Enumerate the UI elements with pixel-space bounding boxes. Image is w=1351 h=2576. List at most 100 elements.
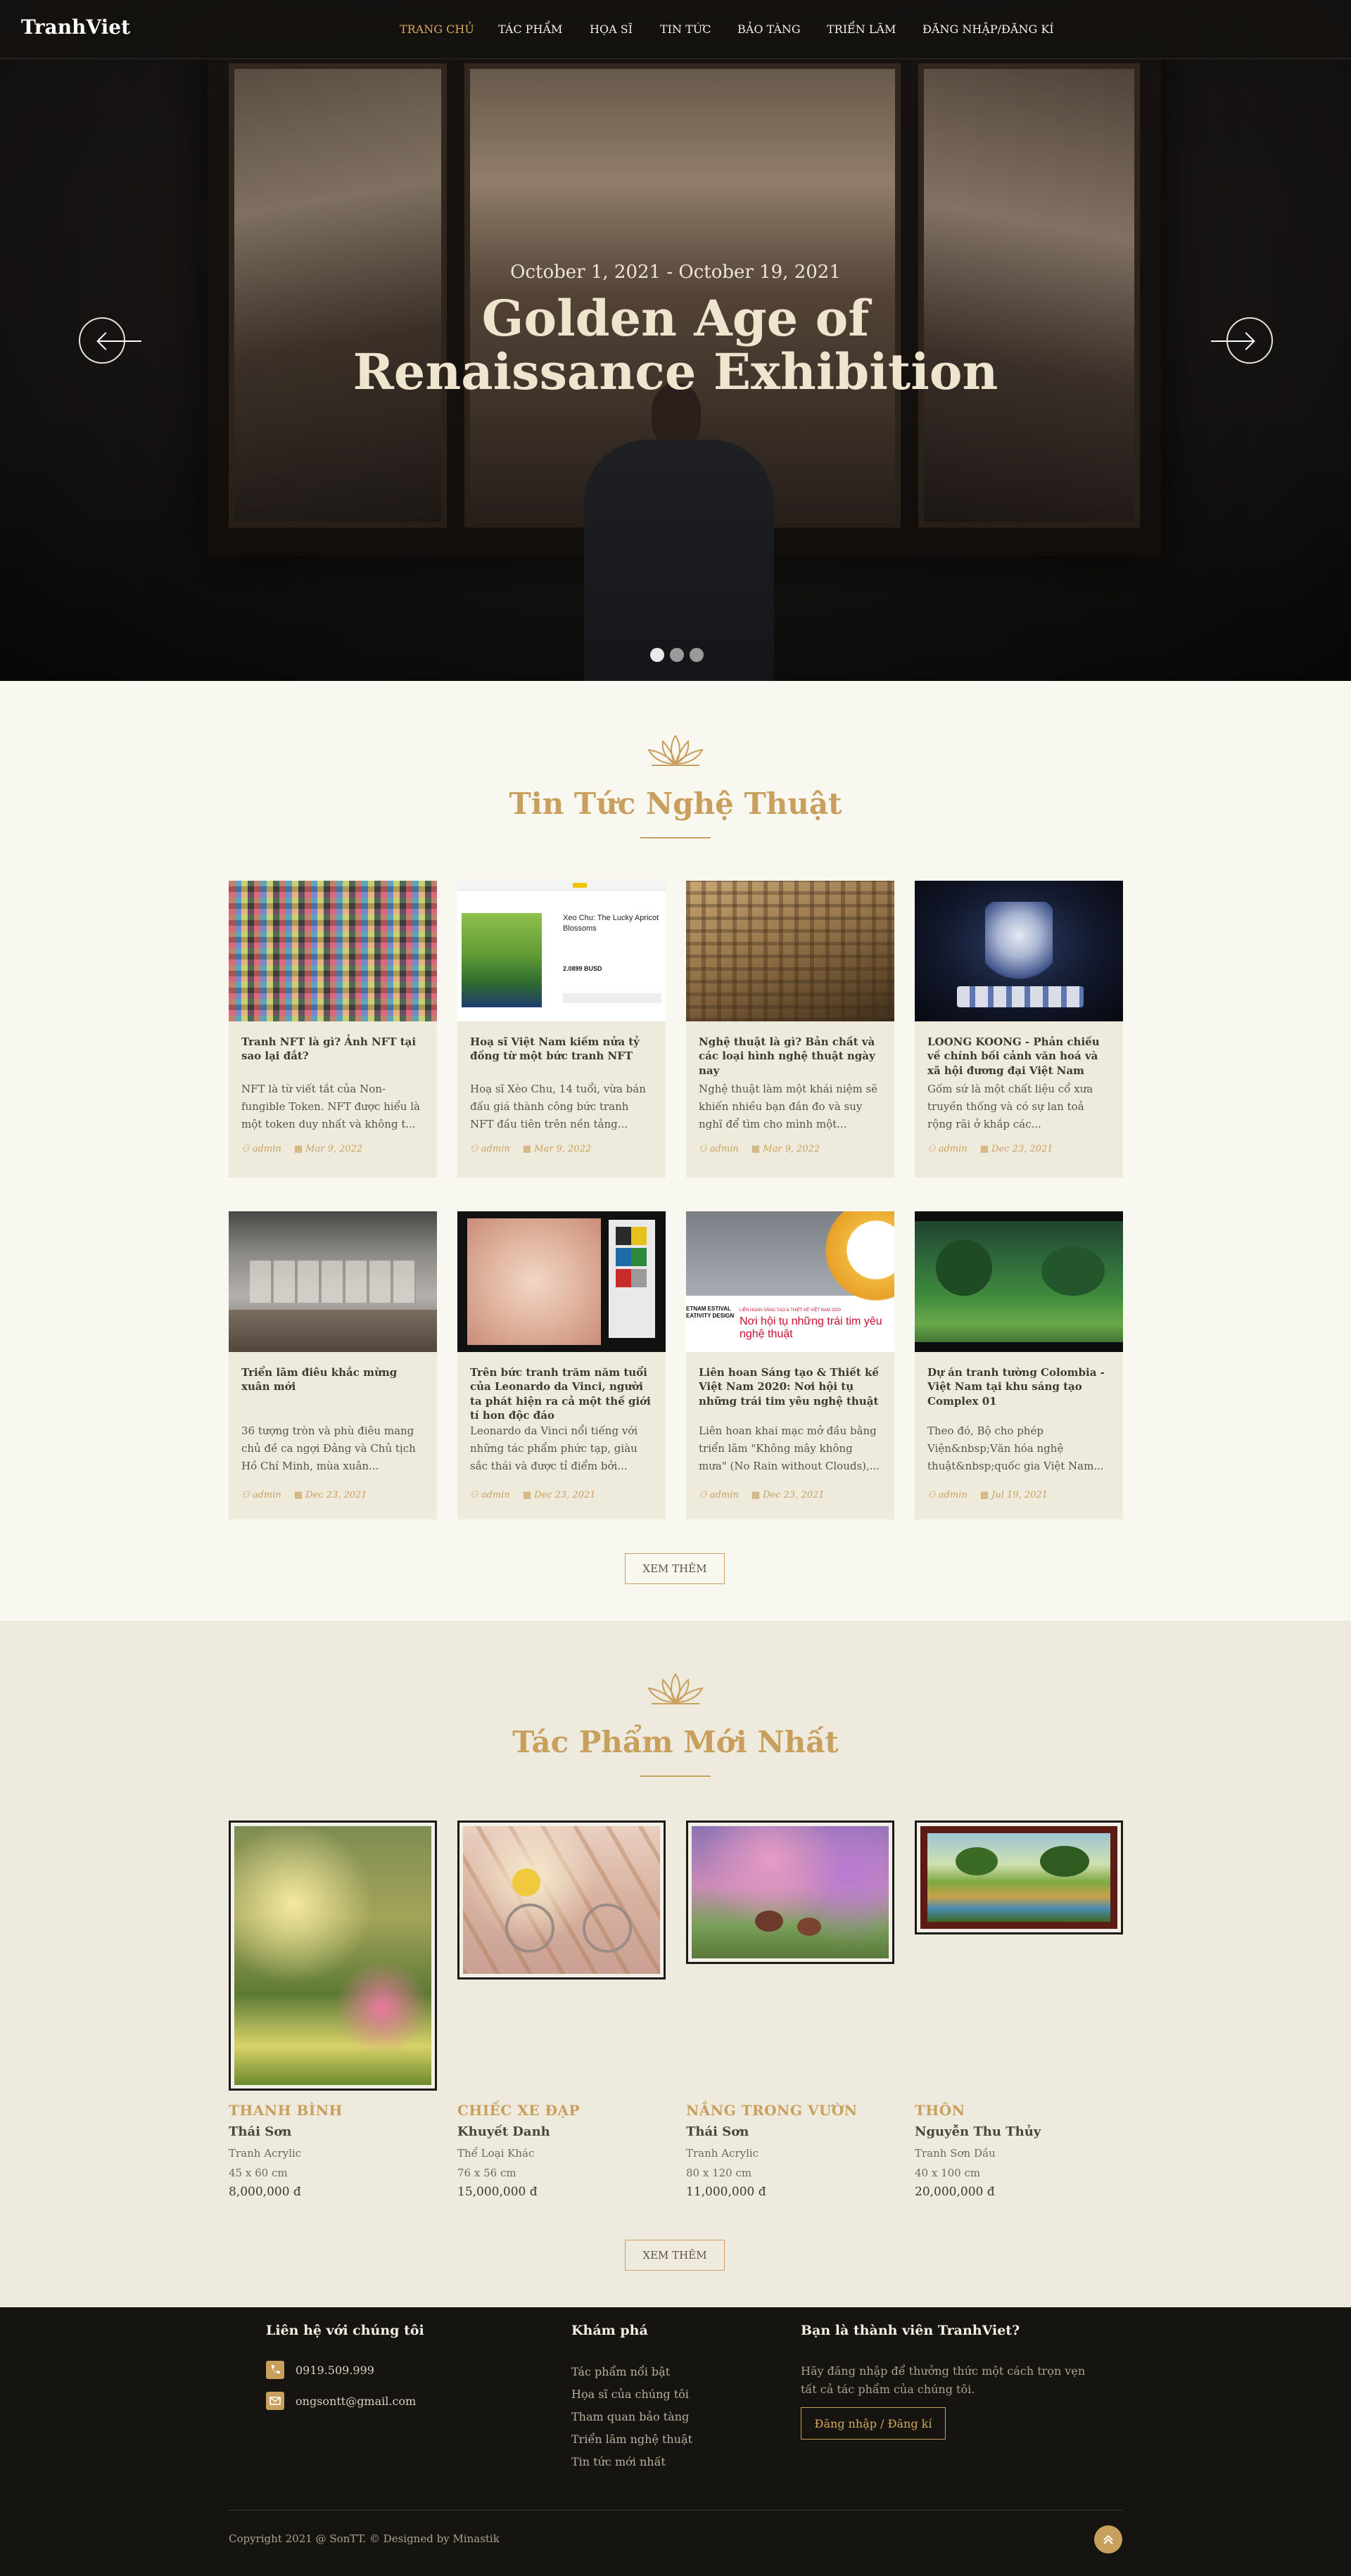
artwork-image[interactable] xyxy=(457,1821,666,1979)
author-label[interactable]: ⚇ admin xyxy=(470,1490,510,1500)
news-title[interactable]: Liên hoan Sáng tạo & Thiết kế Việt Nam 2… xyxy=(699,1365,883,1408)
footer-link-our-artists[interactable]: Họa sĩ của chúng tôi xyxy=(571,2387,689,2401)
footer-link-featured-artworks[interactable]: Tác phẩm nổi bật xyxy=(571,2365,670,2378)
date-label: ▦ Mar 9, 2022 xyxy=(293,1144,363,1154)
author-label[interactable]: ⚇ admin xyxy=(927,1144,968,1154)
artwork-artist[interactable]: Khuyết Danh xyxy=(457,2124,550,2139)
date-label: ▦ Mar 9, 2022 xyxy=(751,1144,820,1154)
footer-divider xyxy=(229,2510,1122,2511)
artworks-section xyxy=(0,1621,1351,2307)
artwork-title[interactable]: NẮNG TRONG VƯỜN xyxy=(686,2102,858,2119)
news-thumbnail-festival-poster[interactable]: ETNAM ESTIVAL EATIVITY DESIGN LIÊN HOAN … xyxy=(686,1211,894,1352)
news-thumbnail-ceramics[interactable] xyxy=(915,881,1123,1021)
news-card[interactable]: Tranh NFT là gì? Ảnh NFT tại sao lại đắt… xyxy=(229,881,437,1178)
thumb-price: 2.0899 BUSD xyxy=(563,965,602,972)
author-label[interactable]: ⚇ admin xyxy=(470,1144,510,1154)
news-excerpt: Liên hoan khai mạc mở đầu bằng triển lãm… xyxy=(699,1424,880,1472)
nav-item-artworks[interactable]: TÁC PHẨM xyxy=(498,23,590,36)
footer-link-latest-news[interactable]: Tin tức mới nhất xyxy=(571,2455,666,2468)
artwork-image[interactable] xyxy=(915,1821,1123,1934)
nav-item-home[interactable]: TRANG CHỦ xyxy=(400,23,498,36)
news-thumbnail-temple-carving[interactable] xyxy=(686,881,894,1021)
artwork-image[interactable] xyxy=(686,1821,894,1964)
footer-login-button[interactable]: Đăng nhập / Đăng kí xyxy=(801,2407,946,2440)
artwork-title[interactable]: CHIẾC XE ĐẠP xyxy=(457,2102,580,2119)
artwork-price: 15,000,000 đ xyxy=(457,2185,538,2199)
artwork-size: 76 x 56 cm xyxy=(457,2167,516,2179)
artwork-artist[interactable]: Thái Sơn xyxy=(229,2124,291,2139)
date-label: ▦ Mar 9, 2022 xyxy=(522,1144,592,1154)
prev-slide-button[interactable] xyxy=(79,317,141,364)
news-thumbnail-nft-listing[interactable]: Xeo Chu: The Lucky Apricot Blossoms 2.08… xyxy=(457,881,666,1021)
news-thumbnail-gallery-room[interactable] xyxy=(229,1211,437,1352)
footer-phone[interactable]: 0919.509.999 xyxy=(296,2364,374,2377)
artwork-type: Tranh Acrylic xyxy=(229,2147,302,2160)
news-title[interactable]: Trên bức tranh trăm năm tuổi của Leonard… xyxy=(470,1365,654,1422)
artwork-image[interactable] xyxy=(229,1821,437,2091)
author-label[interactable]: ⚇ admin xyxy=(241,1144,281,1154)
news-thumbnail-nft-mosaic[interactable] xyxy=(229,881,437,1021)
footer-link-exhibitions[interactable]: Triển lãm nghệ thuật xyxy=(571,2432,692,2446)
news-meta: ⚇ admin ▦ Dec 23, 2021 xyxy=(699,1490,825,1500)
artwork-title[interactable]: THANH BÌNH xyxy=(229,2102,343,2119)
news-thumbnail-mural-landscape[interactable] xyxy=(915,1211,1123,1352)
news-card[interactable]: Xeo Chu: The Lucky Apricot Blossoms 2.08… xyxy=(457,881,666,1178)
site-logo[interactable]: TranhViet xyxy=(21,15,130,39)
nav-item-exhibitions[interactable]: TRIỂN LÃM xyxy=(827,23,922,36)
footer-link-museum-tour[interactable]: Tham quan bảo tàng xyxy=(571,2410,689,2423)
footer-copyright: Copyright 2021 @ SonTT. © Designed by Mi… xyxy=(229,2532,500,2545)
back-to-top-button[interactable] xyxy=(1094,2525,1122,2553)
nav-item-login[interactable]: ĐĂNG NHẬP/ĐĂNG KÍ xyxy=(922,23,1063,36)
news-card[interactable]: Trên bức tranh trăm năm tuổi của Leonard… xyxy=(457,1211,666,1519)
news-title[interactable]: Hoạ sĩ Việt Nam kiếm nửa tỷ đồng từ một … xyxy=(470,1035,654,1064)
author-label[interactable]: ⚇ admin xyxy=(927,1490,968,1500)
news-card[interactable]: Nghệ thuật là gì? Bản chất và các loại h… xyxy=(686,881,894,1178)
top-navbar: TranhViet TRANG CHỦ TÁC PHẨM HỌA SĨ TIN … xyxy=(0,0,1351,59)
news-excerpt: Hoạ sĩ Xèo Chu, 14 tuổi, vừa bán đấu giá… xyxy=(470,1083,646,1130)
news-meta: ⚇ admin ▦ Dec 23, 2021 xyxy=(927,1144,1053,1154)
artwork-title[interactable]: THÔN xyxy=(915,2102,965,2119)
news-title[interactable]: LOONG KOONG - Phản chiếu về chính bối cả… xyxy=(927,1035,1112,1078)
news-card[interactable]: LOONG KOONG - Phản chiếu về chính bối cả… xyxy=(915,881,1123,1178)
news-section-title: Tin Tức Nghệ Thuật xyxy=(509,786,842,821)
news-card[interactable]: ETNAM ESTIVAL EATIVITY DESIGN LIÊN HOAN … xyxy=(686,1211,894,1519)
news-title[interactable]: Nghệ thuật là gì? Bản chất và các loại h… xyxy=(699,1035,883,1078)
thumb-festival-line1: LIÊN HOAN SÁNG TẠO & THIẾT KẾ VIỆT NAM 2… xyxy=(740,1308,841,1313)
artwork-type: Thể Loại Khác xyxy=(457,2147,535,2160)
news-title[interactable]: Triển lãm điêu khắc mừng xuân mới xyxy=(241,1365,426,1394)
author-label[interactable]: ⚇ admin xyxy=(699,1490,739,1500)
artwork-type: Tranh Acrylic xyxy=(686,2147,759,2160)
artwork-price: 11,000,000 đ xyxy=(686,2185,766,2199)
next-slide-button[interactable] xyxy=(1211,317,1273,364)
news-excerpt: Theo đó, Bộ cho phép Viện&nbsp;Văn hóa n… xyxy=(927,1424,1104,1472)
news-card[interactable]: Dự án tranh tường Colombia - Việt Nam tạ… xyxy=(915,1211,1123,1519)
news-section xyxy=(0,681,1351,1621)
news-title[interactable]: Tranh NFT là gì? Ảnh NFT tại sao lại đắt… xyxy=(241,1035,426,1064)
author-label[interactable]: ⚇ admin xyxy=(241,1490,281,1500)
nav-item-artists[interactable]: HỌA SĨ xyxy=(590,23,660,36)
thumb-festival-line2: Nơi hội tụ những trái tim yêu nghệ thuật xyxy=(740,1315,882,1340)
lotus-icon xyxy=(647,734,704,766)
news-excerpt: NFT là từ viết tắt của Non-fungible Toke… xyxy=(241,1083,420,1130)
news-excerpt: Leonardo da Vinci nổi tiếng với những tá… xyxy=(470,1424,638,1472)
news-thumbnail-da-vinci-sketch[interactable] xyxy=(457,1211,666,1352)
slide-dot[interactable] xyxy=(670,648,684,662)
nav-item-news[interactable]: TIN TỨC xyxy=(660,23,737,36)
hero-title: Golden Age of Renaissance Exhibition xyxy=(353,289,998,401)
hero-slider: October 1, 2021 - October 19, 2021 Golde… xyxy=(0,0,1351,681)
news-more-button[interactable]: XEM THÊM xyxy=(625,1553,725,1584)
artworks-more-button[interactable]: XEM THÊM xyxy=(625,2240,725,2271)
footer-email[interactable]: ongsontt@gmail.com xyxy=(296,2395,416,2408)
artwork-artist[interactable]: Nguyễn Thu Thủy xyxy=(915,2124,1041,2139)
author-label[interactable]: ⚇ admin xyxy=(699,1144,739,1154)
news-title[interactable]: Dự án tranh tường Colombia - Việt Nam tạ… xyxy=(927,1365,1112,1408)
slide-dot[interactable] xyxy=(650,648,664,662)
news-excerpt: Nghệ thuật làm một khái niệm sẽ khiến nh… xyxy=(699,1083,878,1130)
slide-dot[interactable] xyxy=(690,648,704,662)
news-excerpt: 36 tượng tròn và phù điêu mang chủ đề ca… xyxy=(241,1424,416,1472)
news-card[interactable]: Triển lãm điêu khắc mừng xuân mới 36 tượ… xyxy=(229,1211,437,1519)
nav-item-museums[interactable]: BẢO TÀNG xyxy=(737,23,827,36)
artwork-type: Tranh Sơn Dầu xyxy=(915,2147,996,2160)
artwork-artist[interactable]: Thái Sơn xyxy=(686,2124,749,2139)
date-label: ▦ Dec 23, 2021 xyxy=(979,1144,1053,1154)
